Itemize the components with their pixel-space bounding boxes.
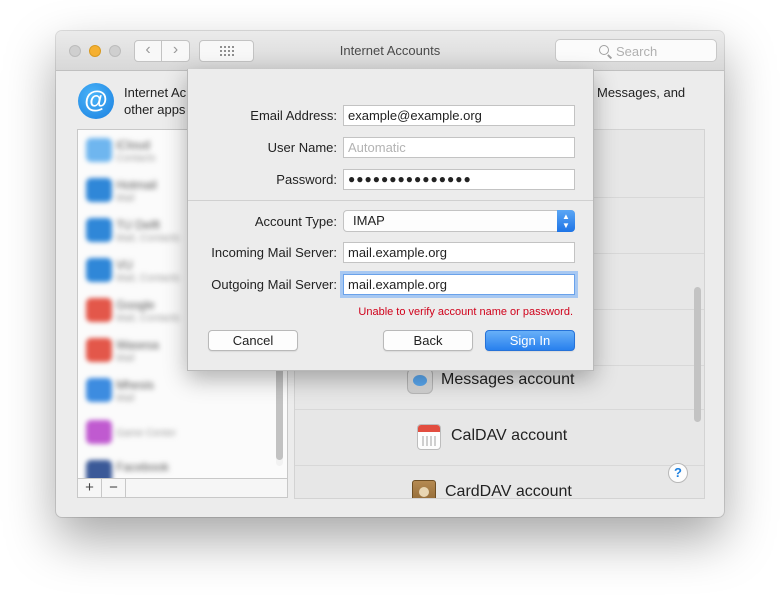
sidebar-item-sub: Contacts bbox=[116, 153, 156, 164]
account-type-value: IMAP bbox=[353, 213, 385, 228]
sidebar-item[interactable]: Mhesis Mail bbox=[78, 370, 273, 410]
messages-icon bbox=[407, 368, 433, 394]
sidebar-item-name: Mhesis bbox=[116, 378, 155, 392]
calendar-icon bbox=[417, 424, 441, 450]
sidebar-bottom-bar: + − bbox=[77, 478, 288, 498]
username-field[interactable] bbox=[343, 137, 575, 158]
header-text-line1-right: Messages, and bbox=[597, 85, 686, 100]
sidebar-item-sub: Mail bbox=[116, 193, 135, 204]
contacts-icon bbox=[412, 480, 436, 498]
sidebar-item-name: Facebook bbox=[116, 460, 169, 474]
sign-in-button[interactable]: Sign In bbox=[485, 330, 575, 351]
internet-accounts-icon: @ bbox=[78, 83, 114, 119]
search-field[interactable]: Search bbox=[555, 39, 717, 62]
sidebar-item[interactable]: Facebook bbox=[78, 452, 273, 478]
outgoing-server-label: Outgoing Mail Server: bbox=[211, 277, 337, 292]
account-icon bbox=[86, 460, 112, 478]
error-message: Unable to verify account name or passwor… bbox=[358, 306, 573, 318]
search-icon bbox=[599, 45, 609, 55]
carddav-account-row[interactable]: CardDAV account bbox=[295, 466, 704, 499]
carddav-account-label: CardDAV account bbox=[445, 483, 572, 499]
account-icon bbox=[86, 178, 112, 202]
sidebar-item-sub: Mail bbox=[116, 353, 135, 364]
sidebar-item-name: Wasesa bbox=[116, 338, 159, 352]
search-placeholder: Search bbox=[616, 44, 658, 59]
form-separator bbox=[188, 200, 593, 201]
content-scrollbar-thumb[interactable] bbox=[694, 287, 701, 422]
account-icon bbox=[86, 378, 112, 402]
remove-account-button[interactable]: − bbox=[102, 479, 126, 497]
sidebar-item-sub: Mail bbox=[116, 393, 135, 404]
sidebar-item-sub: Mail, Contacts bbox=[116, 313, 180, 324]
outgoing-server-field[interactable] bbox=[343, 274, 575, 295]
sidebar-item-name: VU bbox=[116, 258, 133, 272]
account-type-select[interactable]: IMAP ▲ ▼ bbox=[343, 210, 575, 232]
incoming-server-field[interactable] bbox=[343, 242, 575, 263]
header-text-line1-left: Internet Ac bbox=[124, 85, 187, 100]
incoming-server-label: Incoming Mail Server: bbox=[211, 245, 337, 260]
caldav-account-label: CalDAV account bbox=[451, 427, 568, 444]
sidebar-item-name: Hotmail bbox=[116, 178, 157, 192]
help-button[interactable]: ? bbox=[668, 463, 688, 483]
sidebar-item-sub: Game Center bbox=[116, 428, 177, 439]
sidebar-item[interactable]: Game Center bbox=[78, 412, 273, 452]
header-text-line2: other apps bbox=[124, 102, 186, 117]
account-setup-sheet: Email Address: User Name: Password: ●●●●… bbox=[187, 69, 594, 371]
cancel-button[interactable]: Cancel bbox=[208, 330, 298, 351]
account-type-label: Account Type: bbox=[254, 214, 337, 229]
password-label: Password: bbox=[276, 172, 337, 187]
sidebar-item-sub: Mail, Contacts bbox=[116, 233, 180, 244]
email-field[interactable] bbox=[343, 105, 575, 126]
caldav-account-row[interactable]: CalDAV account bbox=[295, 410, 704, 466]
account-icon bbox=[86, 218, 112, 242]
titlebar: ‹ › Internet Accounts Search bbox=[56, 31, 724, 71]
account-icon bbox=[86, 258, 112, 282]
username-label: User Name: bbox=[267, 140, 337, 155]
account-icon bbox=[86, 338, 112, 362]
email-label: Email Address: bbox=[250, 108, 337, 123]
sidebar-item-name: TU Delft bbox=[116, 218, 161, 232]
messages-account-label: Messages account bbox=[441, 371, 575, 388]
add-account-button[interactable]: + bbox=[78, 479, 102, 497]
account-icon bbox=[86, 138, 112, 162]
sidebar-item-name: Google bbox=[116, 298, 155, 312]
select-arrows-icon: ▲ ▼ bbox=[557, 210, 575, 232]
back-button[interactable]: Back bbox=[383, 330, 473, 351]
account-icon bbox=[86, 420, 112, 444]
sidebar-item-name: iCloud bbox=[116, 138, 151, 152]
password-field[interactable]: ●●●●●●●●●●●●●●● bbox=[343, 169, 575, 190]
account-icon bbox=[86, 298, 112, 322]
sidebar-item-sub: Mail, Contacts bbox=[116, 273, 180, 284]
